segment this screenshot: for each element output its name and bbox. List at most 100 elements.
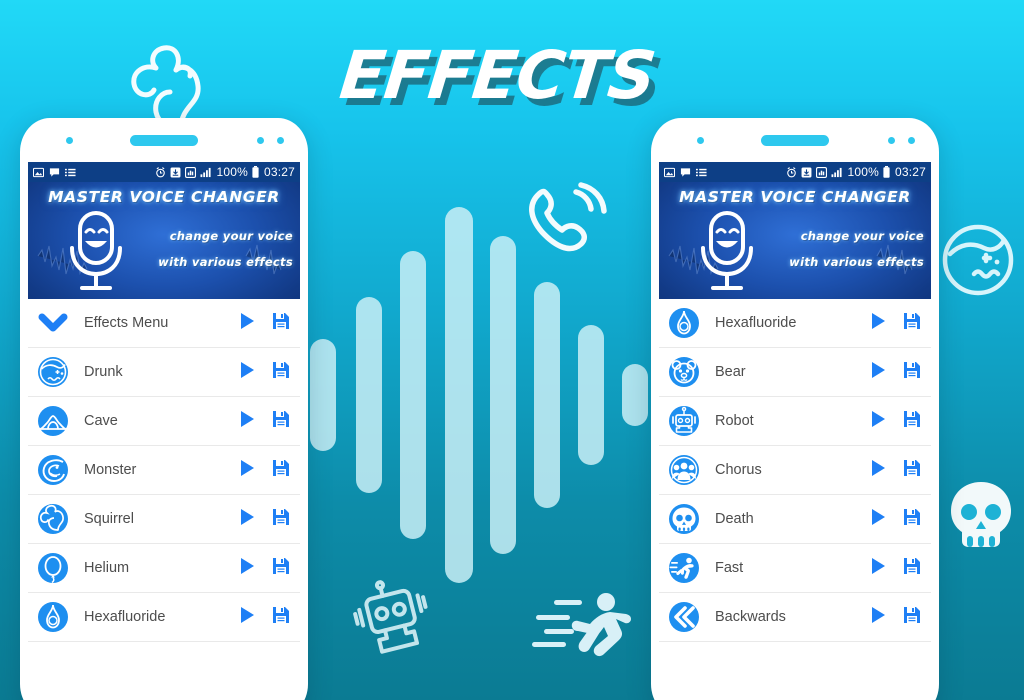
status-clock: 03:27 xyxy=(263,165,295,179)
chorus-icon xyxy=(667,453,701,487)
effect-row[interactable]: Chorus xyxy=(659,446,931,495)
effect-row[interactable]: Hexafluoride xyxy=(659,299,931,348)
gas-drop-icon xyxy=(667,306,701,340)
effect-row[interactable]: Cave xyxy=(28,397,300,446)
effects-menu-row[interactable]: Effects Menu xyxy=(28,299,300,348)
phone-mockup-right: 100% 03:27 MASTER VOICE CHANGER change y… xyxy=(651,118,939,700)
effect-label: Backwards xyxy=(715,609,786,625)
effect-row[interactable]: Squirrel xyxy=(28,495,300,544)
bear-icon xyxy=(667,355,701,389)
floppy-save-icon[interactable] xyxy=(902,409,922,434)
play-icon[interactable] xyxy=(237,507,257,532)
camera-dot-icon xyxy=(697,137,704,144)
sensor-dot-icon xyxy=(257,137,264,144)
cave-icon xyxy=(36,404,70,438)
floppy-save-icon[interactable] xyxy=(271,409,291,434)
effect-row[interactable]: Fast xyxy=(659,544,931,593)
floppy-save-icon[interactable] xyxy=(902,605,922,630)
effect-label: Hexafluoride xyxy=(84,609,166,625)
effect-row[interactable]: Bear xyxy=(659,348,931,397)
alarm-icon xyxy=(156,166,166,177)
effects-menu-label: Effects Menu xyxy=(84,315,169,331)
download-icon xyxy=(171,167,181,177)
play-icon[interactable] xyxy=(868,409,888,434)
effect-row[interactable]: Robot xyxy=(659,397,931,446)
effects-list-left: Effects Menu Drunk Cave Monster Squirrel Hel… xyxy=(28,299,300,642)
floppy-save-icon[interactable] xyxy=(271,556,291,581)
speaker-grille xyxy=(761,135,829,146)
status-bar-right: 100% 03:27 xyxy=(659,162,931,182)
floppy-save-icon[interactable] xyxy=(902,458,922,483)
squirrel-icon xyxy=(36,502,70,536)
rewind-icon xyxy=(667,600,701,634)
image-icon xyxy=(664,167,675,177)
chevron-down-icon[interactable] xyxy=(36,306,70,340)
play-icon[interactable] xyxy=(237,360,257,385)
effect-row[interactable]: Death xyxy=(659,495,931,544)
effect-label: Robot xyxy=(715,413,754,429)
floppy-save-icon[interactable] xyxy=(902,311,922,336)
effect-label: Monster xyxy=(84,462,137,478)
app-tagline-1: change your voice xyxy=(800,229,924,243)
app-title: MASTER VOICE CHANGER xyxy=(48,188,280,206)
phone-bezel-top-right xyxy=(651,118,939,162)
effect-label: Death xyxy=(715,511,754,527)
effects-list-right: Hexafluoride Bear Robot Chorus Death Fast Back… xyxy=(659,299,931,642)
effect-label: Drunk xyxy=(84,364,123,380)
message-icon xyxy=(49,167,60,177)
robot-icon xyxy=(667,404,701,438)
play-icon[interactable] xyxy=(868,458,888,483)
signal-icon xyxy=(831,167,843,177)
effect-row[interactable]: Drunk xyxy=(28,348,300,397)
camera-dot-icon xyxy=(66,137,73,144)
waveform-bar xyxy=(622,364,648,426)
effect-row[interactable]: Helium xyxy=(28,544,300,593)
battery-icon xyxy=(883,166,890,178)
app-tagline-2: with various effects xyxy=(158,255,293,269)
phone-screen-right: 100% 03:27 MASTER VOICE CHANGER change y… xyxy=(659,162,931,700)
waveform-bar xyxy=(400,251,426,539)
effect-row[interactable]: Hexafluoride xyxy=(28,593,300,642)
floppy-save-icon[interactable] xyxy=(902,556,922,581)
page-title: EFFECTS EFFECTS xyxy=(330,22,665,122)
battery-percent: 100% xyxy=(216,165,248,179)
waveform-bar xyxy=(356,297,382,493)
floppy-save-icon[interactable] xyxy=(902,360,922,385)
floppy-save-icon[interactable] xyxy=(271,507,291,532)
sensor-dot2-icon xyxy=(277,137,284,144)
speaker-grille xyxy=(130,135,198,146)
phone-mockup-left: 100% 03:27 MASTER VOICE CHANGER change y… xyxy=(20,118,308,700)
effect-row[interactable]: Backwards xyxy=(659,593,931,642)
waveform-bar xyxy=(490,236,516,554)
microphone-smiley-icon xyxy=(70,211,122,290)
floppy-save-icon[interactable] xyxy=(271,311,291,336)
status-clock: 03:27 xyxy=(894,165,926,179)
play-icon[interactable] xyxy=(237,556,257,581)
floppy-save-icon[interactable] xyxy=(902,507,922,532)
alarm-icon xyxy=(787,166,797,177)
balloon-icon xyxy=(36,551,70,585)
floppy-save-icon[interactable] xyxy=(271,458,291,483)
play-icon[interactable] xyxy=(868,605,888,630)
waveform-bar xyxy=(578,325,604,465)
floppy-save-icon[interactable] xyxy=(271,605,291,630)
play-icon[interactable] xyxy=(868,311,888,336)
play-icon[interactable] xyxy=(868,507,888,532)
play-icon[interactable] xyxy=(868,556,888,581)
play-icon[interactable] xyxy=(237,605,257,630)
app-tagline-1: change your voice xyxy=(169,229,293,243)
play-icon[interactable] xyxy=(868,360,888,385)
play-icon[interactable] xyxy=(237,458,257,483)
waveform-bar xyxy=(445,207,473,583)
play-icon[interactable] xyxy=(237,409,257,434)
sound-waveform xyxy=(300,175,660,615)
battery-percent: 100% xyxy=(847,165,879,179)
page-title-text: EFFECTS xyxy=(336,37,658,114)
app-banner: MASTER VOICE CHANGER change your voice w… xyxy=(28,182,300,299)
monster-icon xyxy=(36,453,70,487)
floppy-save-icon[interactable] xyxy=(271,360,291,385)
effect-row[interactable]: Monster xyxy=(28,446,300,495)
play-icon[interactable] xyxy=(237,311,257,336)
battery-icon xyxy=(252,166,259,178)
effect-label: Chorus xyxy=(715,462,762,478)
